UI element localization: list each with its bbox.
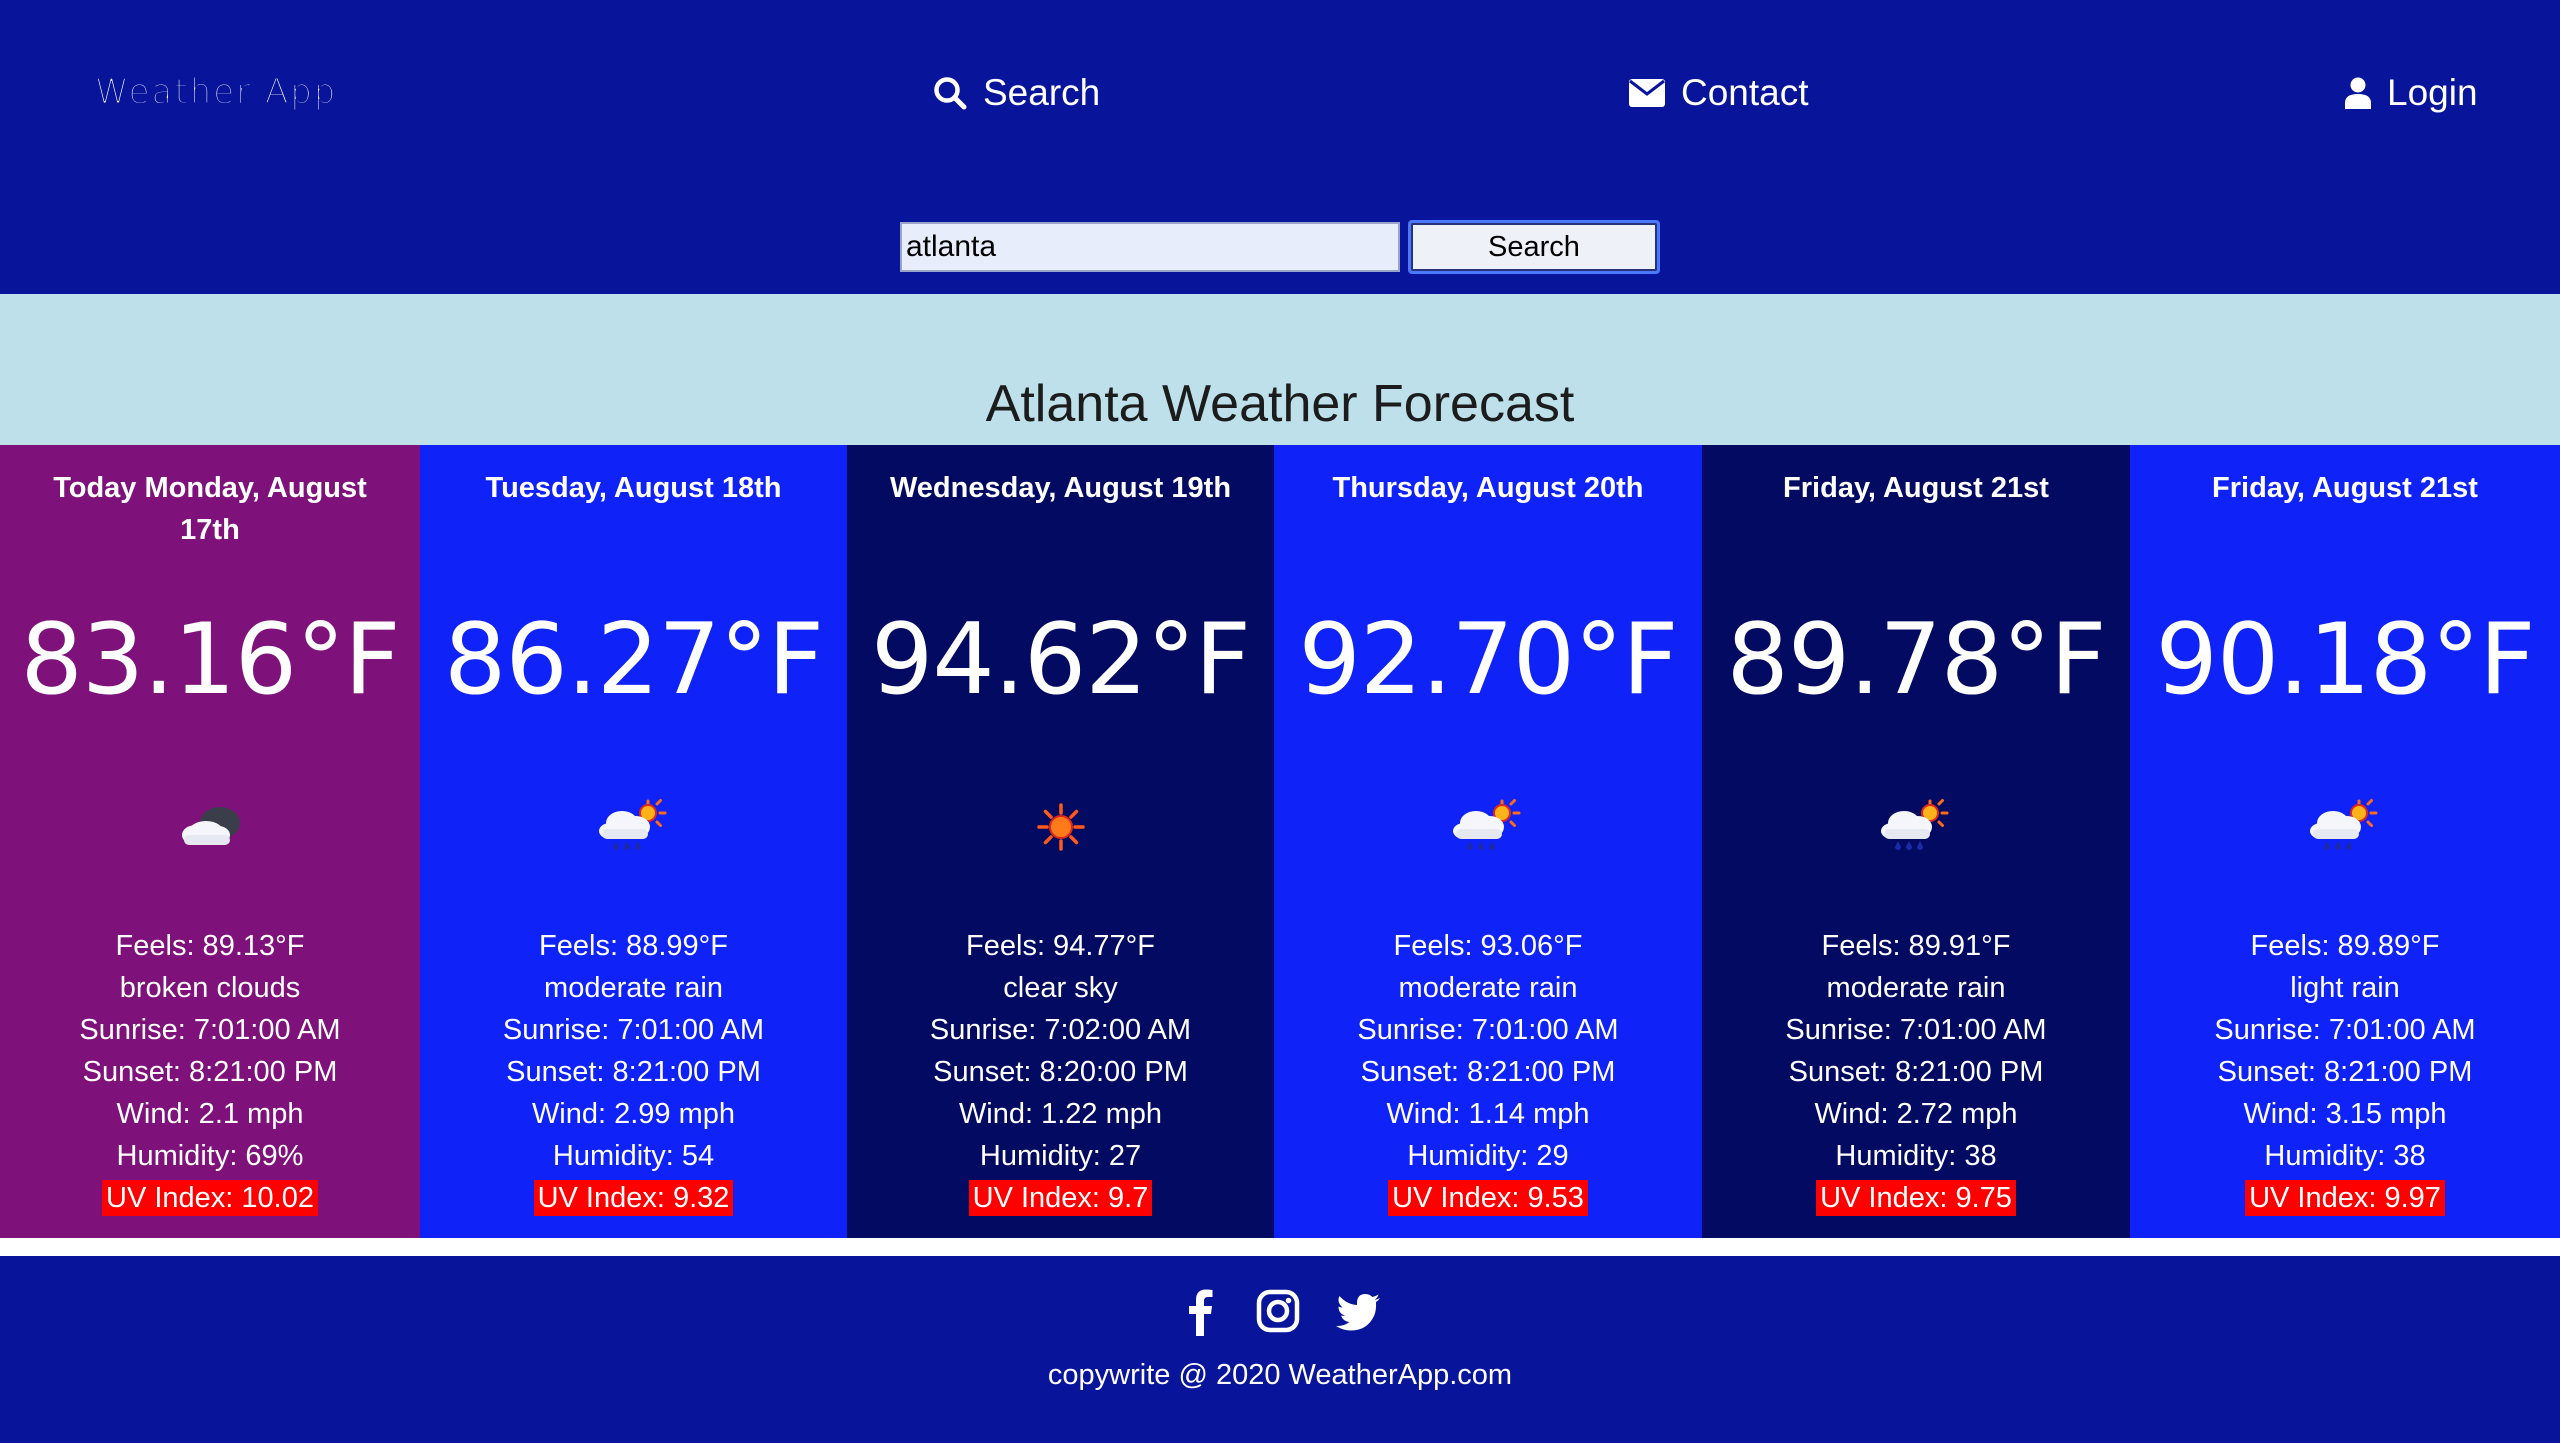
humidity: Humidity: 38 bbox=[2264, 1140, 2426, 1172]
uv-index-badge: UV Index: 9.53 bbox=[1388, 1180, 1588, 1216]
day-details: Feels: 93.06°F moderate rain Sunrise: 7:01… bbox=[1274, 925, 1702, 1219]
day-details: Feels: 89.13°F broken clouds Sunrise: 7:01… bbox=[0, 925, 420, 1219]
nav-login-label: Login bbox=[2387, 72, 2478, 113]
day-temperature: 83.16°F bbox=[20, 603, 401, 717]
weather-description: light rain bbox=[2290, 972, 2400, 1004]
humidity: Humidity: 38 bbox=[1835, 1140, 1997, 1172]
day-name: Thursday, August 20th bbox=[1332, 472, 1644, 504]
wind-speed: Wind: 1.22 mph bbox=[958, 1098, 1163, 1130]
envelope-icon bbox=[1629, 79, 1665, 107]
search-form: Search bbox=[900, 220, 1660, 274]
wind-speed: Wind: 1.14 mph bbox=[1386, 1098, 1590, 1130]
social-links bbox=[0, 1286, 2560, 1336]
wind-speed: Wind: 2.1 mph bbox=[116, 1098, 304, 1130]
rain-sun-icon bbox=[1878, 797, 1954, 857]
day-name: Friday, August 21st bbox=[1783, 472, 2049, 504]
feels-like: Feels: 88.99°F bbox=[539, 930, 728, 962]
day-details: Feels: 89.91°F moderate rain Sunrise: 7:01… bbox=[1702, 925, 2130, 1219]
forecast-day-card: Wednesday, August 19th 94.62°F Feels: 94.7… bbox=[847, 445, 1274, 1238]
weather-description: broken clouds bbox=[119, 972, 301, 1004]
sunset-time: Sunset: 8:21:00 PM bbox=[82, 1056, 338, 1088]
uv-index-badge: UV Index: 9.75 bbox=[1816, 1180, 2016, 1216]
wind-speed: Wind: 2.72 mph bbox=[1814, 1098, 2018, 1130]
feels-like: Feels: 89.13°F bbox=[115, 930, 305, 962]
humidity: Humidity: 27 bbox=[979, 1140, 1142, 1172]
wind-speed: Wind: 2.99 mph bbox=[531, 1098, 736, 1130]
uv-index-badge: UV Index: 9.7 bbox=[968, 1180, 1153, 1216]
day-temperature: 90.18°F bbox=[2155, 603, 2536, 717]
sunset-time: Sunset: 8:20:00 PM bbox=[933, 1056, 1188, 1088]
forecast-day-card: Friday, August 21st 90.18°F Feels: 89.89°F… bbox=[2130, 445, 2560, 1238]
sunrise-time: Sunrise: 7:01:00 AM bbox=[1785, 1014, 2047, 1046]
facebook-icon[interactable] bbox=[1178, 1286, 1222, 1336]
nav-contact-link[interactable]: Contact bbox=[1629, 72, 1809, 114]
feels-like: Feels: 93.06°F bbox=[1393, 930, 1583, 962]
sunset-time: Sunset: 8:21:00 PM bbox=[2217, 1056, 2473, 1088]
sun-icon bbox=[1023, 797, 1099, 857]
feels-like: Feels: 89.91°F bbox=[1821, 930, 2011, 962]
search-icon bbox=[934, 77, 967, 110]
feels-like: Feels: 89.89°F bbox=[2250, 930, 2440, 962]
forecast-day-card: Today Monday, August 17th 83.16°F Feels: 8… bbox=[0, 445, 420, 1238]
sunset-time: Sunset: 8:21:00 PM bbox=[506, 1056, 761, 1088]
page-title: Atlanta Weather Forecast bbox=[985, 375, 1575, 433]
broken-clouds-icon bbox=[172, 797, 248, 857]
nav-contact-label: Contact bbox=[1681, 72, 1809, 113]
sunrise-time: Sunrise: 7:01:00 AM bbox=[502, 1014, 765, 1046]
rain-sun-icon bbox=[1450, 797, 1526, 857]
forecast-day-card: Tuesday, August 18th 86.27°F Feels: 88.99°… bbox=[420, 445, 847, 1238]
sunrise-time: Sunrise: 7:02:00 AM bbox=[929, 1014, 1192, 1046]
nav-search-link[interactable]: Search bbox=[933, 72, 1100, 114]
day-temperature: 94.62°F bbox=[871, 603, 1251, 717]
day-name: Tuesday, August 18th bbox=[485, 472, 782, 504]
weather-description: moderate rain bbox=[544, 972, 723, 1004]
uv-index-badge: UV Index: 9.97 bbox=[2245, 1180, 2445, 1216]
humidity: Humidity: 29 bbox=[1407, 1140, 1569, 1172]
day-name: Wednesday, August 19th bbox=[889, 472, 1232, 504]
day-name: Today Monday, August 17th bbox=[53, 472, 367, 546]
sunrise-time: Sunrise: 7:01:00 AM bbox=[79, 1014, 341, 1046]
sunrise-time: Sunrise: 7:01:00 AM bbox=[2214, 1014, 2476, 1046]
uv-index-badge: UV Index: 10.02 bbox=[102, 1180, 318, 1216]
city-search-input[interactable] bbox=[900, 222, 1400, 272]
day-name: Friday, August 21st bbox=[2212, 472, 2478, 504]
forecast-row: Today Monday, August 17th 83.16°F Feels: 8… bbox=[0, 445, 2560, 1238]
forecast-day-card: Friday, August 21st 89.78°F Feels: 89.91°F… bbox=[1702, 445, 2130, 1238]
twitter-icon[interactable] bbox=[1334, 1286, 1382, 1336]
search-button[interactable]: Search bbox=[1408, 220, 1660, 274]
day-temperature: 89.78°F bbox=[1726, 603, 2107, 717]
site-footer: copywrite @ 2020 WeatherApp.com bbox=[0, 1256, 2560, 1443]
rain-sun-icon bbox=[596, 797, 672, 857]
user-icon bbox=[2345, 77, 2371, 109]
copyright-text: copywrite @ 2020 WeatherApp.com bbox=[1047, 1359, 1513, 1391]
day-details: Feels: 94.77°F clear sky Sunrise: 7:02:00 … bbox=[847, 925, 1274, 1219]
humidity: Humidity: 69% bbox=[116, 1140, 304, 1172]
nav-search-label: Search bbox=[983, 72, 1101, 113]
humidity: Humidity: 54 bbox=[552, 1140, 715, 1172]
sunset-time: Sunset: 8:21:00 PM bbox=[1360, 1056, 1616, 1088]
rain-sun-icon bbox=[2307, 797, 2383, 857]
wind-speed: Wind: 3.15 mph bbox=[2243, 1098, 2447, 1130]
site-header: Weather App Search Contact Login Search bbox=[0, 0, 2560, 294]
day-temperature: 92.70°F bbox=[1298, 603, 1679, 717]
title-band: Atlanta Weather Forecast bbox=[0, 294, 2560, 445]
feels-like: Feels: 94.77°F bbox=[966, 930, 1155, 962]
weather-description: moderate rain bbox=[1826, 972, 2006, 1004]
weather-description: moderate rain bbox=[1398, 972, 1578, 1004]
nav-login-link[interactable]: Login bbox=[2345, 72, 2478, 114]
uv-index-badge: UV Index: 9.32 bbox=[533, 1180, 734, 1216]
forecast-day-card: Thursday, August 20th 92.70°F Feels: 93.06… bbox=[1274, 445, 1702, 1238]
sunrise-time: Sunrise: 7:01:00 AM bbox=[1357, 1014, 1619, 1046]
weather-description: clear sky bbox=[1003, 972, 1118, 1004]
day-details: Feels: 88.99°F moderate rain Sunrise: 7:01… bbox=[420, 925, 847, 1219]
day-details: Feels: 89.89°F light rain Sunrise: 7:01:00… bbox=[2130, 925, 2560, 1219]
sunset-time: Sunset: 8:21:00 PM bbox=[1788, 1056, 2044, 1088]
instagram-icon[interactable] bbox=[1256, 1286, 1300, 1336]
brand-logo[interactable]: Weather App bbox=[94, 72, 337, 113]
day-temperature: 86.27°F bbox=[444, 603, 824, 717]
